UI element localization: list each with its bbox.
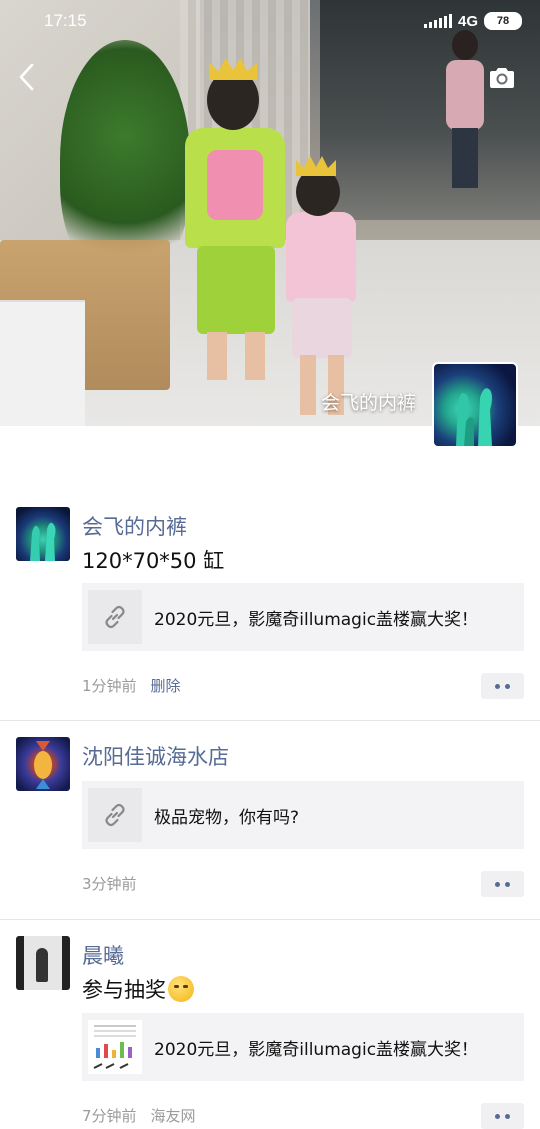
coral-avatar-image <box>30 522 56 561</box>
cover-woman <box>440 30 490 190</box>
post-time: 1分钟前 <box>82 677 137 695</box>
post-meta: 3分钟前 <box>82 873 137 894</box>
status-right: 4G 78 <box>423 12 522 30</box>
avatar[interactable] <box>16 507 70 561</box>
post-author[interactable]: 晨曦 <box>82 940 124 970</box>
post-author[interactable]: 会飞的内裤 <box>82 511 187 541</box>
camera-button[interactable] <box>488 66 516 90</box>
post-meta: 1分钟前 删除 <box>82 675 181 696</box>
cover-owner-avatar[interactable] <box>432 362 518 448</box>
cover-shelf <box>0 300 85 426</box>
more-dot <box>495 881 500 887</box>
more-dot <box>505 683 510 689</box>
fish-avatar-image <box>34 741 52 789</box>
post-text-content: 参与抽奖 <box>82 978 166 1002</box>
link-title: 2020元旦，影魔奇illumagic盖楼赢大奖！ <box>154 1039 479 1060</box>
chevron-left-icon <box>19 63 34 91</box>
link-card[interactable]: 极品宠物，你有吗? <box>82 781 524 849</box>
cover-owner-name: 会飞的内裤 <box>320 392 416 414</box>
camera-icon <box>490 68 514 88</box>
article-thumbnail-image <box>93 1025 136 1069</box>
back-button[interactable] <box>16 62 38 92</box>
post-time: 3分钟前 <box>82 875 137 893</box>
link-thumb <box>88 590 142 644</box>
status-time: 17:15 <box>44 11 87 30</box>
link-card[interactable]: 2020元旦，影魔奇illumagic盖楼赢大奖！ <box>82 583 524 651</box>
link-title: 极品宠物，你有吗? <box>154 807 300 828</box>
divider <box>0 720 540 721</box>
moment-post: 会飞的内裤 120*70*50 缸 2020元旦，影魔奇illumagic盖楼赢… <box>0 507 540 720</box>
more-dot <box>505 881 510 887</box>
delete-button[interactable]: 删除 <box>151 675 181 696</box>
link-card[interactable]: 2020元旦，影魔奇illumagic盖楼赢大奖！ <box>82 1013 524 1081</box>
more-dot <box>495 683 500 689</box>
link-title: 2020元旦，影魔奇illumagic盖楼赢大奖！ <box>154 609 479 630</box>
post-author[interactable]: 沈阳佳诚海水店 <box>82 741 229 771</box>
moment-post: 晨曦 参与抽奖 2020元旦，影魔奇illumagic盖楼赢大奖！ 7分钟前 海… <box>0 936 540 1129</box>
more-button[interactable] <box>481 1103 524 1129</box>
divider <box>0 919 540 920</box>
moment-post: 沈阳佳诚海水店 极品宠物，你有吗? 3分钟前 <box>0 737 540 919</box>
coral-avatar-image <box>456 388 492 446</box>
smirk-emoji-icon <box>168 976 194 1002</box>
post-text: 120*70*50 缸 <box>82 549 225 573</box>
network-type: 4G <box>457 12 478 30</box>
more-button[interactable] <box>481 871 524 897</box>
more-button[interactable] <box>481 673 524 699</box>
post-text: 参与抽奖 <box>82 974 194 1004</box>
avatar[interactable] <box>16 936 70 990</box>
link-icon <box>105 605 125 629</box>
battery-icon: 78 <box>484 12 522 30</box>
link-thumb <box>88 788 142 842</box>
post-meta: 7分钟前 海友网 <box>82 1105 196 1126</box>
signal-icon <box>423 14 452 28</box>
avatar[interactable] <box>16 737 70 791</box>
more-dot <box>505 1113 510 1119</box>
post-time: 7分钟前 <box>82 1107 137 1125</box>
cover-child-right <box>282 150 362 420</box>
post-source: 海友网 <box>150 1107 196 1125</box>
more-dot <box>495 1113 500 1119</box>
link-icon <box>105 803 125 827</box>
link-thumb <box>88 1020 142 1074</box>
cover-child-left <box>185 58 285 380</box>
status-bar: 17:15 4G 78 <box>0 0 540 44</box>
